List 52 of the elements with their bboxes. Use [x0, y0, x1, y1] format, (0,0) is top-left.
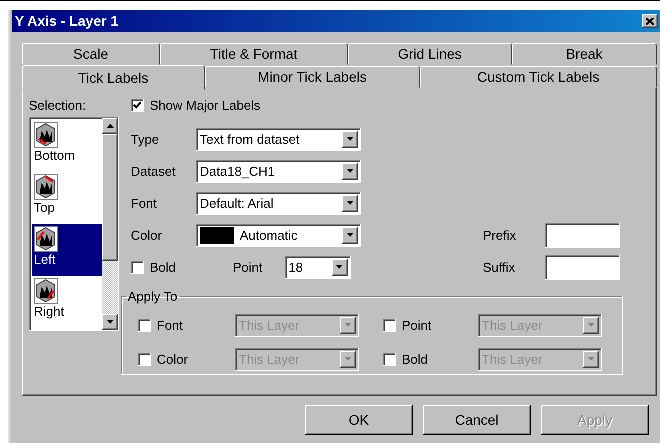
tab[interactable]: Minor Tick Labels [205, 66, 420, 88]
list-item[interactable]: Bottom [32, 120, 102, 172]
dialog-button[interactable]: OK [305, 405, 413, 435]
field-label: Dataset [131, 164, 177, 178]
down-arrow-icon [346, 201, 354, 205]
field-label: Font [131, 196, 158, 210]
field-label: Suffix [483, 260, 516, 274]
suffix-field[interactable] [545, 254, 620, 280]
checkbox[interactable] [131, 260, 144, 274]
scrollbar[interactable] [102, 118, 118, 330]
group-title: Apply To [127, 289, 179, 304]
dropdown[interactable]: Text from dataset [196, 128, 361, 150]
field-label: Color [131, 228, 164, 242]
list-item[interactable]: Right [32, 276, 102, 328]
down-arrow-icon [336, 265, 344, 269]
checkbox[interactable] [131, 99, 144, 112]
axis-icon [34, 278, 58, 304]
tab[interactable]: Tick Labels [22, 65, 205, 90]
tab[interactable]: Grid Lines [348, 43, 512, 65]
down-arrow-icon [588, 357, 594, 361]
list-item[interactable]: Left [32, 224, 102, 276]
list-item[interactable]: Top [32, 172, 102, 224]
down-arrow-icon [344, 323, 352, 327]
tab[interactable]: Custom Tick Labels [420, 66, 657, 88]
tab[interactable]: Scale [22, 43, 160, 65]
close-icon [646, 18, 654, 24]
down-arrow-icon [346, 169, 354, 173]
close-button[interactable] [642, 14, 658, 28]
prefix-field[interactable] [545, 222, 620, 248]
field-label: Prefix [483, 228, 518, 242]
dropdown[interactable]: 18 [284, 256, 351, 278]
down-arrow-icon [106, 320, 114, 324]
bold-checkbox[interactable]: Bold [131, 260, 196, 274]
axis-icon [34, 122, 58, 148]
tab[interactable]: Break [512, 43, 657, 65]
show-major-labels-checkbox[interactable]: Show Major Labels [131, 98, 656, 113]
dialog-button[interactable]: Cancel [423, 405, 531, 435]
down-arrow-icon [344, 357, 352, 361]
axis-icon [34, 174, 58, 200]
down-arrow-icon [588, 323, 594, 327]
window-title: Y Axis - Layer 1 [15, 13, 119, 29]
selection-label: Selection: [29, 98, 88, 113]
axis-icon [34, 226, 58, 252]
dropdown[interactable]: Automatic [196, 224, 361, 246]
down-arrow-icon [346, 233, 354, 237]
tab[interactable]: Title & Format [160, 43, 348, 65]
up-arrow-icon [106, 124, 114, 128]
down-arrow-icon [346, 137, 354, 141]
field-label: Type [131, 132, 160, 146]
field-label: Point [233, 260, 263, 274]
dropdown[interactable]: Default: Arial [196, 192, 361, 214]
dropdown[interactable]: Data18_CH1 [196, 160, 361, 182]
